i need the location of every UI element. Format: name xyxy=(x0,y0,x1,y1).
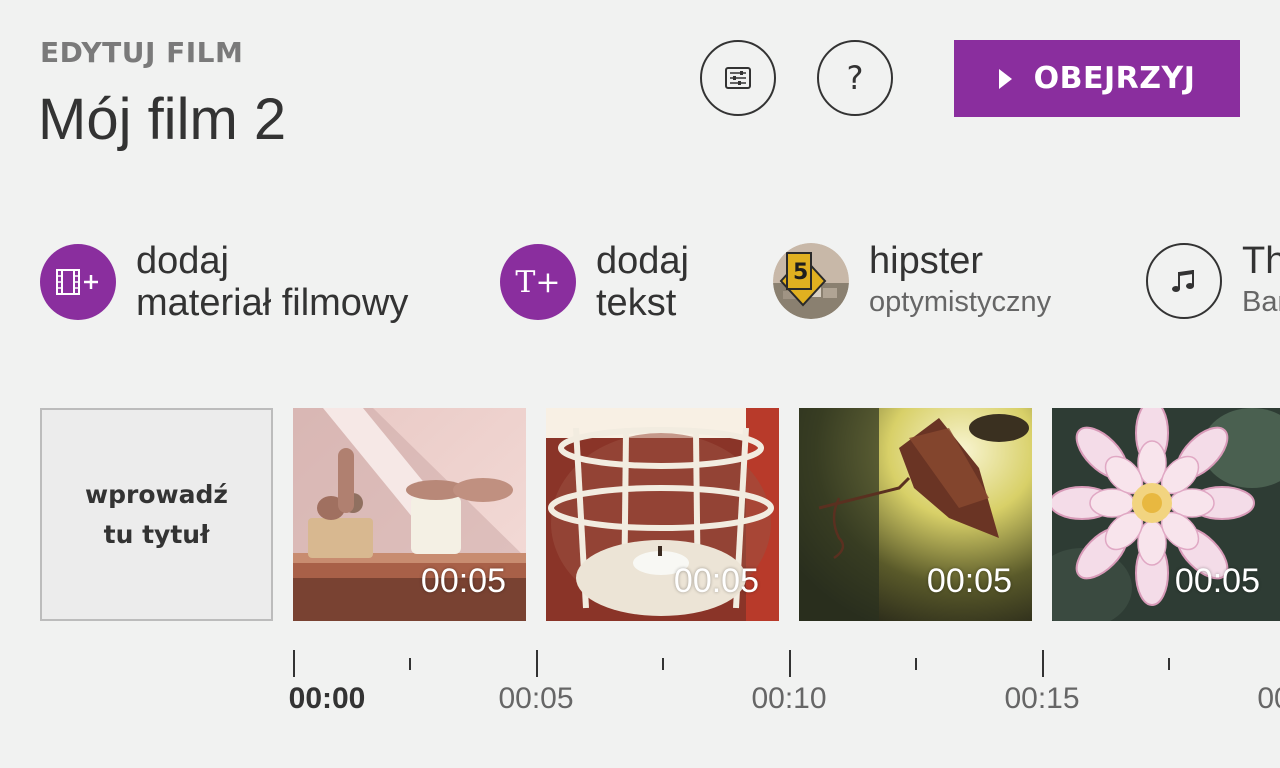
add-footage-icon xyxy=(40,244,116,320)
timeline-label: 00 xyxy=(1257,682,1280,715)
title-tile-line-2: tu tytuł xyxy=(103,519,210,549)
clip-thumbnail[interactable]: 00:05 xyxy=(1052,408,1280,621)
help-icon: ? xyxy=(846,59,864,97)
timeline-tick-major xyxy=(293,650,295,677)
add-footage-label-2: materiał filmowy xyxy=(136,282,409,324)
clip-thumbnail[interactable]: 00:05 xyxy=(293,408,526,621)
play-button-label: OBEJRZYJ xyxy=(1033,61,1196,96)
add-text-icon-glyph: T+ xyxy=(515,264,561,300)
timeline-label: 00:10 xyxy=(751,682,827,715)
timeline-ruler[interactable]: 00:00 00:05 00:10 00:15 00 xyxy=(0,650,1280,768)
music-artist: Bar xyxy=(1242,286,1280,318)
add-text-icon: T+ xyxy=(500,244,576,320)
page-title: Mój film 2 xyxy=(38,87,287,152)
add-footage-label-1: dodaj xyxy=(136,240,229,282)
title-tile[interactable]: wprowadź tu tytuł xyxy=(40,408,273,621)
clip-thumbnail[interactable]: 00:05 xyxy=(799,408,1032,621)
sliders-icon xyxy=(725,67,751,89)
svg-text:5: 5 xyxy=(793,260,808,285)
header-subtitle: EDYTUJ FILM xyxy=(40,36,244,69)
timeline-tick-minor xyxy=(409,658,411,670)
title-tile-line-1: wprowadź xyxy=(85,479,228,509)
timeline-label-current: 00:00 xyxy=(288,682,366,715)
timeline-tick-minor xyxy=(1168,658,1170,670)
timeline-tick-major xyxy=(1042,650,1044,677)
play-button[interactable]: OBEJRZYJ xyxy=(954,40,1240,117)
add-footage-button[interactable]: dodaj materiał filmowy xyxy=(40,240,408,324)
music-icon xyxy=(1146,243,1222,319)
clip-duration: 00:05 xyxy=(420,562,506,600)
help-button[interactable]: ? xyxy=(817,40,893,116)
timeline-tick-minor xyxy=(662,658,664,670)
timeline-label: 00:15 xyxy=(1004,682,1080,715)
music-title: Th xyxy=(1242,240,1280,282)
theme-thumbnail: 5 xyxy=(773,243,849,319)
theme-mood: optymistyczny xyxy=(869,286,1052,318)
add-text-button[interactable]: T+ dodaj tekst xyxy=(500,240,689,324)
add-text-label-2: tekst xyxy=(596,282,677,324)
timeline-tick-major xyxy=(789,650,791,677)
clip-thumbnail[interactable]: 00:05 xyxy=(546,408,779,621)
play-icon xyxy=(998,68,1012,89)
clip-duration: 00:05 xyxy=(673,562,759,600)
music-button[interactable]: Th Bar xyxy=(1146,240,1280,322)
timeline-tick-minor xyxy=(915,658,917,670)
clip-duration: 00:05 xyxy=(1174,562,1260,600)
timeline-label: 00:05 xyxy=(498,682,574,715)
add-text-label-1: dodaj xyxy=(596,240,689,282)
settings-button[interactable] xyxy=(700,40,776,116)
clip-duration: 00:05 xyxy=(926,562,1012,600)
theme-name: hipster xyxy=(869,240,984,282)
timeline-tick-major xyxy=(536,650,538,677)
theme-button[interactable]: 5 hipster optymistyczny xyxy=(773,240,1051,322)
